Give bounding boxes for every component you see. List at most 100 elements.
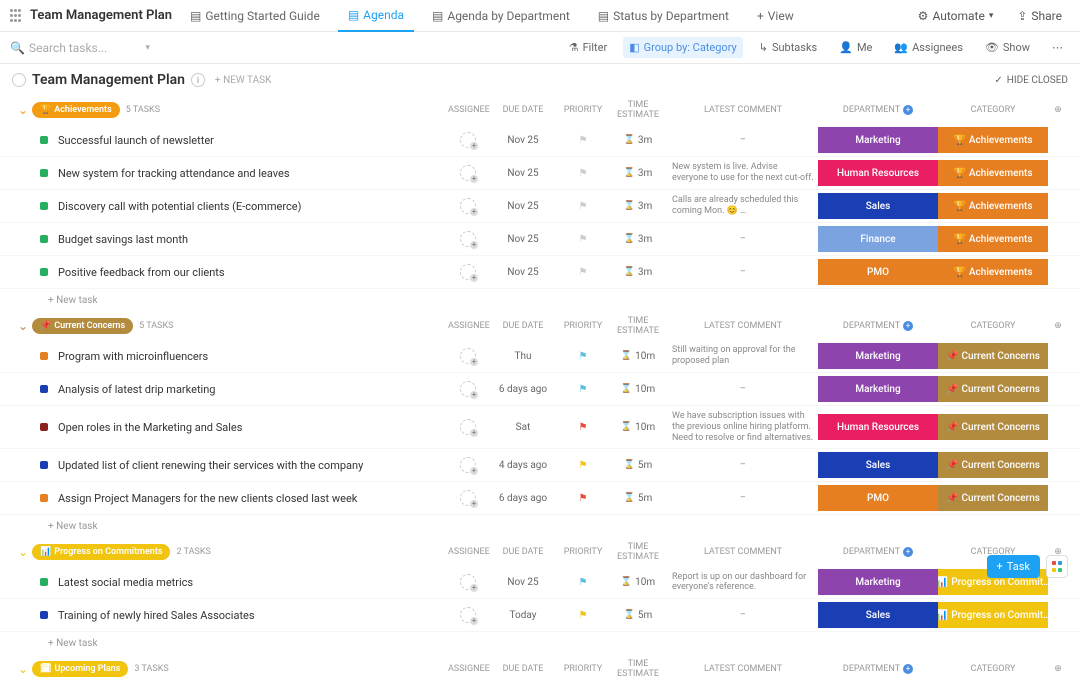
tab-agenda[interactable]: ▤Agenda bbox=[338, 0, 414, 32]
cell-time-estimate[interactable]: ⌛3m bbox=[608, 201, 668, 212]
flag-icon[interactable]: ⚑ bbox=[578, 135, 588, 145]
task-row[interactable]: New system for tracking attendance and l… bbox=[0, 157, 1080, 190]
col-assignee[interactable]: ASSIGNEE bbox=[448, 664, 488, 674]
cell-department[interactable]: Sales bbox=[818, 602, 938, 628]
cell-department[interactable]: PMO bbox=[818, 485, 938, 511]
add-assignee-icon[interactable] bbox=[460, 457, 476, 473]
task-row[interactable]: Budget savings last monthNov 25⚑⌛3m–Fina… bbox=[0, 223, 1080, 256]
cell-due-date[interactable]: Nov 25 bbox=[488, 168, 558, 179]
tab-status-by-department[interactable]: ▤Status by Department bbox=[588, 0, 739, 32]
cell-time-estimate[interactable]: ⌛3m bbox=[608, 135, 668, 146]
task-name[interactable]: Program with microinfluencers bbox=[58, 350, 448, 363]
cell-latest-comment[interactable]: – bbox=[668, 382, 818, 397]
task-row[interactable]: Discovery call with potential clients (E… bbox=[0, 190, 1080, 223]
status-indicator[interactable] bbox=[40, 169, 48, 177]
status-indicator[interactable] bbox=[40, 494, 48, 502]
task-name[interactable]: Analysis of latest drip marketing bbox=[58, 383, 448, 396]
task-name[interactable]: Budget savings last month bbox=[58, 233, 448, 246]
task-name[interactable]: Discovery call with potential clients (E… bbox=[58, 200, 448, 213]
col-department[interactable]: DEPARTMENT + bbox=[818, 105, 938, 115]
cell-priority[interactable]: ⚑ bbox=[558, 422, 608, 432]
status-indicator[interactable] bbox=[40, 385, 48, 393]
col-due-date[interactable]: DUE DATE bbox=[488, 321, 558, 331]
cell-department[interactable]: Marketing bbox=[818, 127, 938, 153]
cell-category[interactable]: 📊Progress on Commit… bbox=[938, 602, 1048, 628]
flag-icon[interactable]: ⚑ bbox=[578, 610, 588, 620]
cell-priority[interactable]: ⚑ bbox=[558, 384, 608, 394]
more-button[interactable]: ⋯ bbox=[1046, 37, 1070, 58]
cell-category[interactable]: 📌Current Concerns bbox=[938, 485, 1048, 511]
col-department[interactable]: DEPARTMENT + bbox=[818, 321, 938, 331]
cell-due-date[interactable]: Sat bbox=[488, 422, 558, 433]
cell-due-date[interactable]: Nov 25 bbox=[488, 267, 558, 278]
task-name[interactable]: Assign Project Managers for the new clie… bbox=[58, 492, 448, 505]
col-due-date[interactable]: DUE DATE bbox=[488, 105, 558, 115]
add-assignee-icon[interactable] bbox=[460, 348, 476, 364]
cell-category[interactable]: 📌Current Concerns bbox=[938, 343, 1048, 369]
cell-priority[interactable]: ⚑ bbox=[558, 201, 608, 211]
cell-department[interactable]: Marketing bbox=[818, 376, 938, 402]
add-assignee-icon[interactable] bbox=[460, 165, 476, 181]
col-category[interactable]: CATEGORY bbox=[938, 664, 1048, 674]
new-task-button[interactable]: + New task bbox=[0, 632, 1080, 655]
show-button[interactable]: 👁 Show bbox=[979, 37, 1036, 58]
cell-latest-comment[interactable]: – bbox=[668, 491, 818, 506]
cell-latest-comment[interactable]: – bbox=[668, 265, 818, 280]
cell-assignee[interactable] bbox=[448, 419, 488, 435]
cell-department[interactable]: Finance bbox=[818, 226, 938, 252]
new-task-button[interactable]: + New task bbox=[0, 289, 1080, 312]
new-task-header-button[interactable]: + NEW TASK bbox=[215, 75, 271, 86]
flag-icon[interactable]: ⚑ bbox=[578, 577, 588, 587]
collapse-icon[interactable]: ⌄ bbox=[18, 103, 32, 117]
cell-due-date[interactable]: Nov 25 bbox=[488, 201, 558, 212]
cell-time-estimate[interactable]: ⌛3m bbox=[608, 234, 668, 245]
cell-time-estimate[interactable]: ⌛10m bbox=[608, 384, 668, 395]
add-column-button[interactable]: ⊕ bbox=[1048, 321, 1068, 331]
automate-button[interactable]: ⚙ Automate ▾ bbox=[910, 9, 1002, 23]
col-latest-comment[interactable]: LATEST COMMENT bbox=[668, 664, 818, 674]
cell-priority[interactable]: ⚑ bbox=[558, 234, 608, 244]
flag-icon[interactable]: ⚑ bbox=[578, 351, 588, 361]
col-assignee[interactable]: ASSIGNEE bbox=[448, 321, 488, 331]
cell-due-date[interactable]: Nov 25 bbox=[488, 234, 558, 245]
new-task-button[interactable]: + New task bbox=[0, 515, 1080, 538]
col-due-date[interactable]: DUE DATE bbox=[488, 664, 558, 674]
cell-category[interactable]: 🏆Achievements bbox=[938, 259, 1048, 285]
col-category[interactable]: CATEGORY bbox=[938, 321, 1048, 331]
cell-latest-comment[interactable]: New system is live. Advise everyone to u… bbox=[668, 160, 818, 186]
add-assignee-icon[interactable] bbox=[460, 574, 476, 590]
cell-assignee[interactable] bbox=[448, 165, 488, 181]
group-badge[interactable]: 📌Current Concerns bbox=[32, 318, 133, 334]
col-priority[interactable]: PRIORITY bbox=[558, 105, 608, 115]
cell-department[interactable]: Human Resources bbox=[818, 160, 938, 186]
add-assignee-icon[interactable] bbox=[460, 419, 476, 435]
task-row[interactable]: Program with microinfluencersThu⚑⌛10mSti… bbox=[0, 340, 1080, 373]
cell-department[interactable]: Sales bbox=[818, 193, 938, 219]
collapse-icon[interactable]: ⌄ bbox=[18, 545, 32, 559]
cell-due-date[interactable]: 4 days ago bbox=[488, 460, 558, 471]
cell-time-estimate[interactable]: ⌛5m bbox=[608, 460, 668, 471]
cell-time-estimate[interactable]: ⌛10m bbox=[608, 351, 668, 362]
status-indicator[interactable] bbox=[40, 352, 48, 360]
cell-time-estimate[interactable]: ⌛10m bbox=[608, 422, 668, 433]
cell-department[interactable]: Sales bbox=[818, 452, 938, 478]
task-row[interactable]: Latest social media metricsNov 25⚑⌛10mRe… bbox=[0, 566, 1080, 599]
flag-icon[interactable]: ⚑ bbox=[578, 384, 588, 394]
col-assignee[interactable]: ASSIGNEE bbox=[448, 547, 488, 557]
status-indicator[interactable] bbox=[40, 578, 48, 586]
cell-department[interactable]: Marketing bbox=[818, 569, 938, 595]
cell-assignee[interactable] bbox=[448, 457, 488, 473]
task-row[interactable]: Analysis of latest drip marketing6 days … bbox=[0, 373, 1080, 406]
cell-due-date[interactable]: Nov 25 bbox=[488, 577, 558, 588]
status-indicator[interactable] bbox=[40, 611, 48, 619]
add-column-button[interactable]: ⊕ bbox=[1048, 105, 1068, 115]
task-name[interactable]: Training of newly hired Sales Associates bbox=[58, 609, 448, 622]
cell-priority[interactable]: ⚑ bbox=[558, 135, 608, 145]
group-by-button[interactable]: ◧ Group by: Category bbox=[623, 37, 743, 58]
add-assignee-icon[interactable] bbox=[460, 231, 476, 247]
task-row[interactable]: Positive feedback from our clientsNov 25… bbox=[0, 256, 1080, 289]
task-row[interactable]: Assign Project Managers for the new clie… bbox=[0, 482, 1080, 515]
col-priority[interactable]: PRIORITY bbox=[558, 664, 608, 674]
add-assignee-icon[interactable] bbox=[460, 132, 476, 148]
flag-icon[interactable]: ⚑ bbox=[578, 234, 588, 244]
